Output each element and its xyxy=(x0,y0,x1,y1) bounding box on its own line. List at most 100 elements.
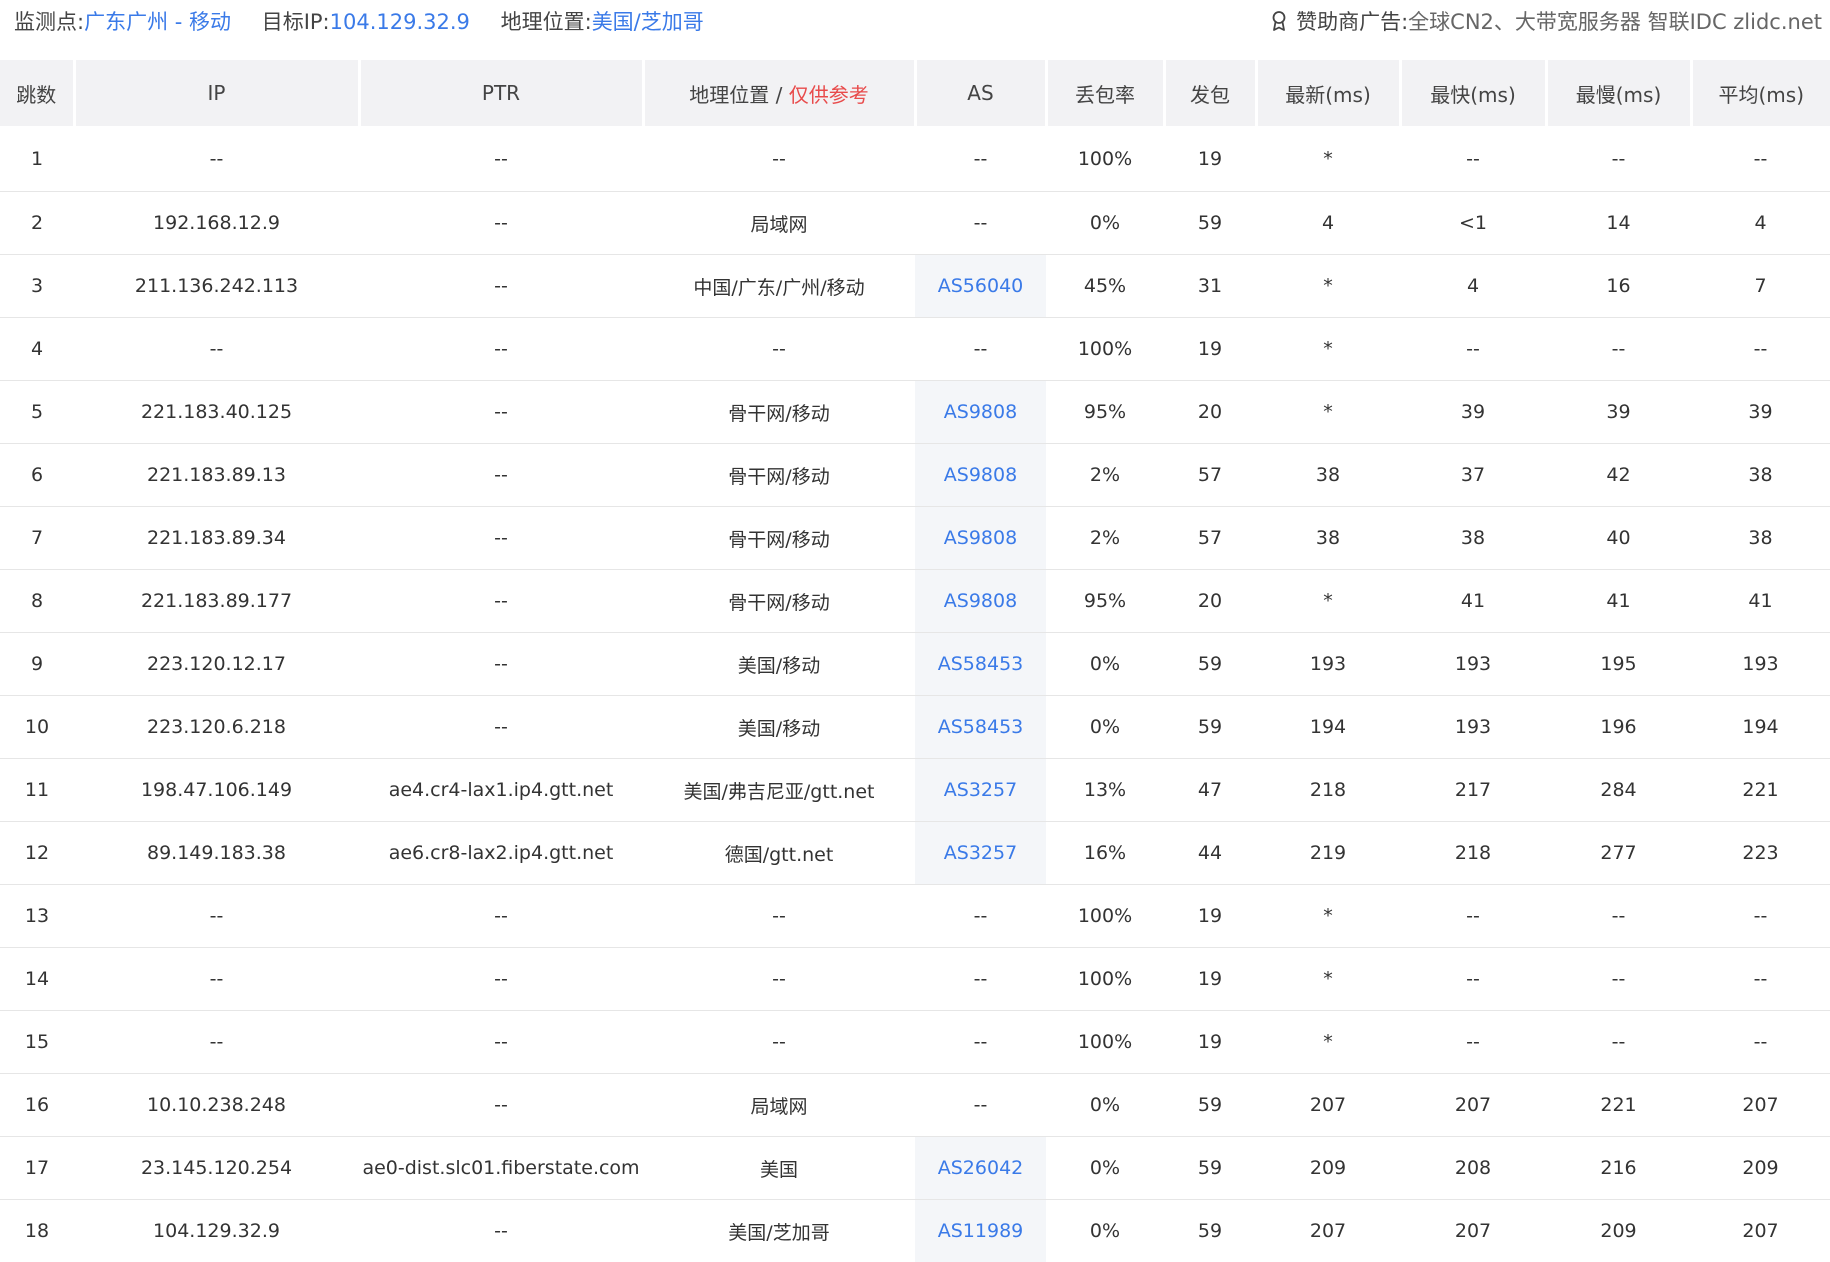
monitor-point: 监测点:广东广州 - 移动 xyxy=(14,10,238,34)
cell-ptr: ae0-dist.slc01.fiberstate.com xyxy=(359,1137,643,1200)
cell-as[interactable]: AS3257 xyxy=(915,759,1046,822)
cell-ip: -- xyxy=(74,126,359,192)
cell-best: -- xyxy=(1400,126,1546,192)
cell-ip: 23.145.120.254 xyxy=(74,1137,359,1200)
header-best: 最快(ms) xyxy=(1400,60,1546,126)
cell-as: -- xyxy=(915,948,1046,1011)
cell-loss: 0% xyxy=(1046,1200,1164,1262)
cell-as[interactable]: AS58453 xyxy=(915,696,1046,759)
cell-ip: 192.168.12.9 xyxy=(74,192,359,255)
cell-ptr: -- xyxy=(359,255,643,318)
header-ip: IP xyxy=(74,60,359,126)
cell-worst: 42 xyxy=(1546,444,1691,507)
cell-last: * xyxy=(1256,570,1400,633)
sponsor-text[interactable]: 全球CN2、大带宽服务器 智联IDC zlidc.net xyxy=(1408,6,1822,36)
cell-hop: 17 xyxy=(0,1137,74,1200)
cell-as[interactable]: AS26042 xyxy=(915,1137,1046,1200)
cell-geo: -- xyxy=(643,126,915,192)
cell-worst: 209 xyxy=(1546,1200,1691,1262)
cell-best: -- xyxy=(1400,318,1546,381)
table-row: 7221.183.89.34--骨干网/移动AS98082%5738384038 xyxy=(0,507,1830,570)
cell-hop: 8 xyxy=(0,570,74,633)
cell-worst: -- xyxy=(1546,126,1691,192)
cell-worst: 14 xyxy=(1546,192,1691,255)
cell-avg: 223 xyxy=(1691,822,1830,885)
sponsor-ad[interactable]: 赞助商广告: 全球CN2、大带宽服务器 智联IDC zlidc.net xyxy=(1270,6,1822,36)
cell-as: -- xyxy=(915,1011,1046,1074)
cell-avg: -- xyxy=(1691,948,1830,1011)
cell-last: * xyxy=(1256,381,1400,444)
cell-as[interactable]: AS56040 xyxy=(915,255,1046,318)
cell-as: -- xyxy=(915,318,1046,381)
cell-ip: 221.183.89.34 xyxy=(74,507,359,570)
cell-geo: 美国/弗吉尼亚/gtt.net xyxy=(643,759,915,822)
cell-last: 38 xyxy=(1256,444,1400,507)
cell-ip: 198.47.106.149 xyxy=(74,759,359,822)
table-row: 10223.120.6.218--美国/移动AS584530%591941931… xyxy=(0,696,1830,759)
cell-avg: -- xyxy=(1691,126,1830,192)
cell-ptr: -- xyxy=(359,444,643,507)
cell-ip: 221.183.89.177 xyxy=(74,570,359,633)
cell-last: 207 xyxy=(1256,1074,1400,1137)
cell-loss: 0% xyxy=(1046,1137,1164,1200)
cell-worst: -- xyxy=(1546,948,1691,1011)
cell-loss: 2% xyxy=(1046,444,1164,507)
table-row: 1723.145.120.254ae0-dist.slc01.fiberstat… xyxy=(0,1137,1830,1200)
header-worst: 最慢(ms) xyxy=(1546,60,1691,126)
cell-sent: 59 xyxy=(1164,192,1256,255)
cell-as[interactable]: AS9808 xyxy=(915,570,1046,633)
cell-as[interactable]: AS11989 xyxy=(915,1200,1046,1262)
cell-loss: 0% xyxy=(1046,192,1164,255)
cell-as[interactable]: AS9808 xyxy=(915,381,1046,444)
cell-best: 39 xyxy=(1400,381,1546,444)
cell-geo: 骨干网/移动 xyxy=(643,570,915,633)
cell-loss: 100% xyxy=(1046,885,1164,948)
geo-label: 地理位置: xyxy=(501,10,592,34)
cell-as: -- xyxy=(915,1074,1046,1137)
target-label: 目标IP: xyxy=(262,10,330,34)
cell-sent: 59 xyxy=(1164,633,1256,696)
cell-geo: -- xyxy=(643,885,915,948)
cell-geo: 德国/gtt.net xyxy=(643,822,915,885)
monitor-value[interactable]: 广东广州 - 移动 xyxy=(84,10,231,34)
target-value[interactable]: 104.129.32.9 xyxy=(330,10,470,34)
cell-last: * xyxy=(1256,885,1400,948)
cell-as[interactable]: AS3257 xyxy=(915,822,1046,885)
traceroute-table: 跳数 IP PTR 地理位置 / 仅供参考 AS 丢包率 发包 最新(ms) 最… xyxy=(0,60,1830,1262)
cell-avg: 209 xyxy=(1691,1137,1830,1200)
cell-geo: 骨干网/移动 xyxy=(643,444,915,507)
cell-avg: 194 xyxy=(1691,696,1830,759)
header-last: 最新(ms) xyxy=(1256,60,1400,126)
cell-as[interactable]: AS9808 xyxy=(915,507,1046,570)
cell-sent: 19 xyxy=(1164,126,1256,192)
cell-best: 207 xyxy=(1400,1074,1546,1137)
cell-as: -- xyxy=(915,885,1046,948)
cell-sent: 57 xyxy=(1164,507,1256,570)
cell-hop: 15 xyxy=(0,1011,74,1074)
cell-hop: 12 xyxy=(0,822,74,885)
header-hop: 跳数 xyxy=(0,60,74,126)
cell-best: 207 xyxy=(1400,1200,1546,1262)
cell-worst: 196 xyxy=(1546,696,1691,759)
cell-sent: 59 xyxy=(1164,1200,1256,1262)
cell-avg: 41 xyxy=(1691,570,1830,633)
cell-sent: 19 xyxy=(1164,948,1256,1011)
cell-as[interactable]: AS58453 xyxy=(915,633,1046,696)
cell-sent: 59 xyxy=(1164,1137,1256,1200)
table-row: 18104.129.32.9--美国/芝加哥AS119890%592072072… xyxy=(0,1200,1830,1262)
trace-summary: 监测点:广东广州 - 移动 目标IP:104.129.32.9 地理位置:美国/… xyxy=(14,6,728,36)
header-avg: 平均(ms) xyxy=(1691,60,1830,126)
geo-value[interactable]: 美国/芝加哥 xyxy=(592,10,704,34)
cell-best: 218 xyxy=(1400,822,1546,885)
header-ptr: PTR xyxy=(359,60,643,126)
table-row: 14--------100%19*------ xyxy=(0,948,1830,1011)
table-row: 13--------100%19*------ xyxy=(0,885,1830,948)
cell-best: -- xyxy=(1400,1011,1546,1074)
cell-as[interactable]: AS9808 xyxy=(915,444,1046,507)
cell-loss: 13% xyxy=(1046,759,1164,822)
cell-geo: 骨干网/移动 xyxy=(643,507,915,570)
cell-ip: 223.120.12.17 xyxy=(74,633,359,696)
cell-best: <1 xyxy=(1400,192,1546,255)
cell-loss: 100% xyxy=(1046,126,1164,192)
cell-avg: -- xyxy=(1691,1011,1830,1074)
